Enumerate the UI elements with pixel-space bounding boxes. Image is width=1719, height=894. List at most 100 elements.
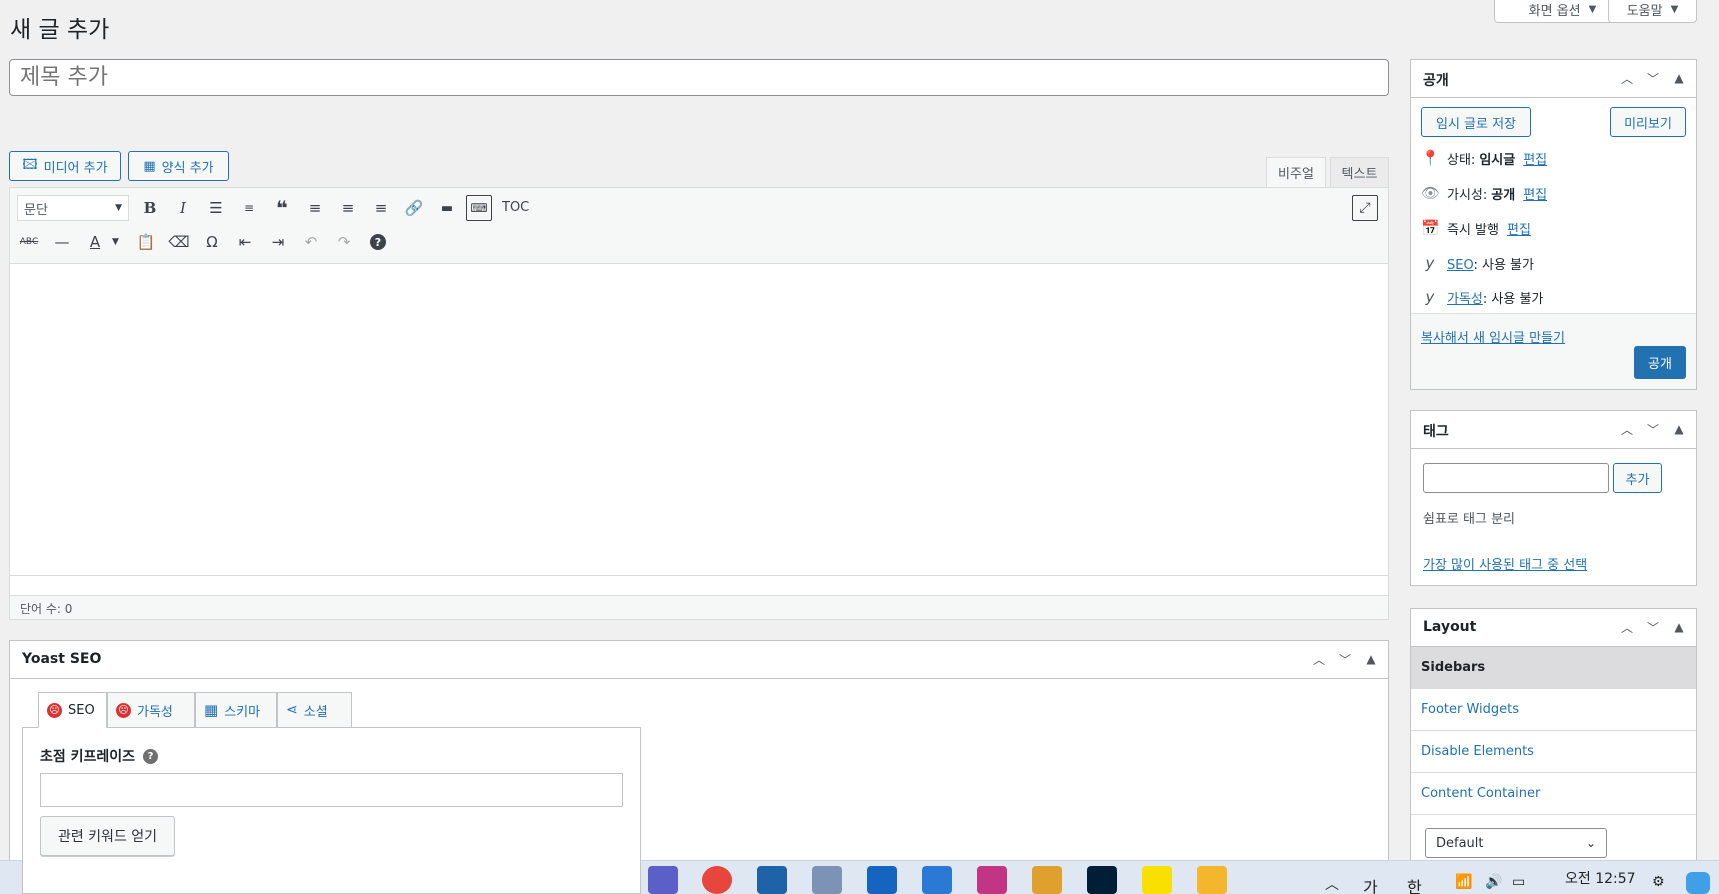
photoshop-icon[interactable]	[1087, 866, 1117, 894]
teams-icon[interactable]	[648, 866, 678, 894]
image-editor-icon[interactable]	[1032, 866, 1062, 894]
add-tag-button[interactable]: 추가	[1613, 463, 1662, 493]
seo-link[interactable]: SEO	[1447, 258, 1473, 273]
publish-button[interactable]: 공개	[1634, 346, 1686, 379]
post-title-input[interactable]	[9, 59, 1389, 96]
store-icon[interactable]	[757, 866, 787, 894]
text-color-caret-icon[interactable]: ▼	[112, 237, 119, 247]
chevron-down-icon[interactable]: ﹀	[1336, 649, 1354, 669]
paste-text-icon[interactable]: 📋	[133, 229, 159, 255]
help-button[interactable]: 도움말 ▼	[1608, 0, 1697, 23]
popular-tags-link[interactable]: 가장 많이 사용된 태그 중 선택	[1423, 554, 1587, 573]
format-select[interactable]: 문단 ▼	[17, 195, 129, 221]
indent-icon[interactable]: ⇥	[265, 229, 291, 255]
copy-draft-link[interactable]: 복사해서 새 임시글 만들기	[1421, 327, 1565, 346]
readability-link[interactable]: 가독성	[1447, 292, 1483, 307]
edit-schedule-link[interactable]: 편집	[1507, 219, 1531, 238]
strikethrough-icon[interactable]: ABC	[16, 229, 42, 255]
battery-icon[interactable]: ▭	[1512, 874, 1525, 890]
tab-text[interactable]: 텍스트	[1330, 157, 1389, 187]
chrome-browser-icon[interactable]	[702, 866, 732, 894]
link-icon[interactable]: 🔗	[401, 195, 427, 221]
layout-item-content-container[interactable]: Content Container	[1411, 773, 1696, 815]
layout-item-sidebars[interactable]: Sidebars	[1411, 647, 1696, 689]
focus-keyphrase-input[interactable]	[40, 773, 623, 807]
italic-icon[interactable]: I	[170, 195, 196, 221]
fullscreen-icon[interactable]: ⤢	[1352, 195, 1378, 221]
chevron-down-icon[interactable]: ﹀	[1644, 617, 1662, 637]
volume-icon[interactable]: 🔊	[1485, 874, 1502, 890]
chevron-up-icon[interactable]: ︿	[1618, 617, 1636, 637]
layout-handles: ︿ ﹀ ▲	[1618, 617, 1688, 637]
align-right-icon[interactable]: ≡	[368, 195, 394, 221]
toggle-arrow-icon[interactable]: ▲	[1670, 617, 1688, 637]
layout-item-footer-widgets[interactable]: Footer Widgets	[1411, 689, 1696, 731]
edit-status-link[interactable]: 편집	[1523, 149, 1547, 168]
horizontal-line-icon[interactable]: —	[49, 229, 75, 255]
yoast-tab-schema-label: 스키마	[224, 704, 261, 720]
align-center-icon[interactable]: ≡	[335, 195, 361, 221]
file-explorer-icon[interactable]	[1197, 866, 1227, 894]
visibility-row: 👁 가시성: 공개 편집	[1421, 182, 1547, 204]
toggle-arrow-icon[interactable]: ▲	[1670, 419, 1688, 439]
undo-icon[interactable]: ↶	[298, 229, 324, 255]
mail-icon[interactable]	[867, 866, 897, 894]
help-icon[interactable]: ?	[143, 748, 159, 764]
chevron-up-icon[interactable]: ︿	[1618, 68, 1636, 88]
redo-icon[interactable]: ↷	[331, 229, 357, 255]
ime-mode-b[interactable]: 한	[1407, 874, 1422, 894]
layout-item-disable-elements[interactable]: Disable Elements	[1411, 731, 1696, 773]
help-icon[interactable]: ?	[365, 229, 391, 255]
wifi-icon[interactable]: 📶	[1455, 874, 1472, 890]
special-char-icon[interactable]: Ω	[199, 229, 225, 255]
align-left-icon[interactable]: ≡	[302, 195, 328, 221]
yoast-icon: y	[1425, 254, 1435, 272]
toggle-arrow-icon[interactable]: ▲	[1670, 68, 1688, 88]
instagram-icon[interactable]	[977, 866, 1007, 894]
toggle-arrow-icon[interactable]: ▲	[1362, 649, 1380, 669]
text-color-icon[interactable]: A	[82, 229, 108, 255]
outdent-icon[interactable]: ⇤	[232, 229, 258, 255]
tag-input[interactable]	[1423, 463, 1609, 493]
yoast-tab-readability[interactable]: ☹ 가독성	[107, 692, 195, 728]
yoast-tab-schema[interactable]: ▦ 스키마	[195, 692, 277, 728]
kakaotalk-icon[interactable]	[1142, 866, 1172, 894]
tab-visual[interactable]: 비주얼	[1266, 157, 1326, 187]
blockquote-icon[interactable]: ❝	[269, 195, 295, 221]
tag-hint: 쉼표로 태그 분리	[1423, 512, 1515, 527]
calendar-app-icon[interactable]	[922, 866, 952, 894]
edit-visibility-link[interactable]: 편집	[1523, 184, 1547, 203]
layout-select[interactable]: Default ⌄	[1425, 828, 1607, 858]
sad-face-icon: ☹	[116, 702, 131, 718]
related-keywords-button[interactable]: 관련 키워드 얻기	[40, 816, 175, 856]
chevron-up-icon[interactable]: ︿	[1618, 419, 1636, 439]
toolbar-toggle-icon[interactable]: ⌨	[466, 195, 492, 221]
tray-chevron-up-icon[interactable]: ︿	[1325, 874, 1339, 894]
editor-content-area[interactable]	[10, 265, 1388, 575]
copilot-icon[interactable]	[1686, 872, 1710, 894]
bold-icon[interactable]: B	[137, 195, 163, 221]
clear-format-icon[interactable]: ⌫	[166, 229, 192, 255]
chevron-up-icon[interactable]: ︿	[1310, 649, 1328, 669]
add-media-button[interactable]: 🖾 미디어 추가	[9, 151, 121, 181]
ime-mode-a[interactable]: 가	[1363, 874, 1378, 894]
add-form-button[interactable]: ▦ 양식 추가	[128, 151, 229, 181]
yoast-icon: y	[1425, 288, 1435, 306]
yoast-tab-seo[interactable]: ☹ SEO	[38, 692, 107, 728]
numbered-list-icon[interactable]: ≡	[236, 195, 262, 221]
save-draft-button[interactable]: 임시 글로 저장	[1421, 107, 1531, 137]
yoast-tab-social[interactable]: ⋖ 소셜	[277, 692, 352, 728]
visibility-label: 가시성:	[1447, 187, 1488, 203]
chevron-down-icon[interactable]: ﹀	[1644, 419, 1662, 439]
bullet-list-icon[interactable]: ☰	[203, 195, 229, 221]
layout-select-value: Default	[1436, 835, 1484, 851]
word-count-bar	[9, 595, 1389, 620]
notification-icon[interactable]: ⚙	[1652, 874, 1665, 890]
chevron-down-icon[interactable]: ﹀	[1644, 68, 1662, 88]
settings-icon[interactable]	[812, 866, 842, 894]
form-icon: ▦	[143, 158, 156, 174]
toc-button[interactable]: TOC	[502, 200, 529, 215]
read-more-icon[interactable]: ▬	[434, 195, 460, 221]
taskbar-clock[interactable]: 오전 12:57	[1565, 868, 1636, 888]
preview-button[interactable]: 미리보기	[1610, 107, 1686, 137]
